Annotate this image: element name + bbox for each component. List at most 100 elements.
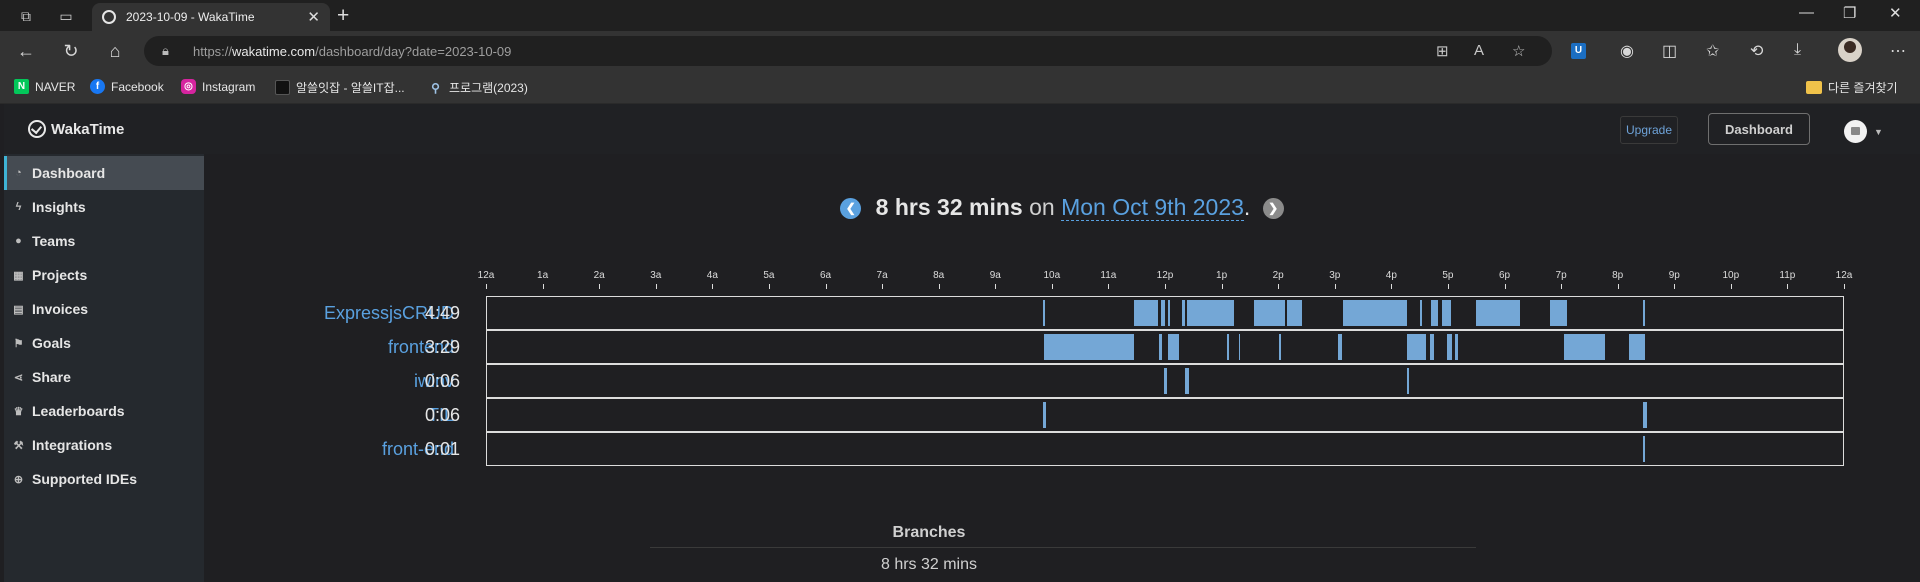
dashboard-button[interactable]: Dashboard <box>1708 113 1810 145</box>
x-tick-mark <box>1730 284 1732 289</box>
activity-segment[interactable] <box>1446 334 1453 360</box>
branches-title: Branches <box>892 524 966 541</box>
sidebar-item-projects[interactable]: ▦ Projects <box>4 258 204 292</box>
x-tick-mark <box>1787 284 1789 289</box>
sidebar-item-share[interactable]: ⋖ Share <box>4 360 204 394</box>
invoice-icon: ▤ <box>13 303 24 316</box>
sidebar-item-insights[interactable]: ϟ Insights <box>4 190 204 224</box>
more-menu-icon[interactable]: ⋯ <box>1890 41 1906 61</box>
x-tick-mark <box>1278 284 1280 289</box>
sidebar: ◔ Dashboard ϟ Insights ● Teams ▦ Projects ▤ I… <box>4 154 204 582</box>
date-picker[interactable]: Mon Oct 9th 2023 <box>1061 194 1244 221</box>
history-icon[interactable]: ⟲ <box>1750 41 1763 61</box>
extension-icon[interactable]: ◉ <box>1620 41 1634 61</box>
divider <box>650 547 1476 548</box>
activity-segment[interactable] <box>1643 402 1648 428</box>
activity-segment[interactable] <box>1159 334 1163 360</box>
upgrade-button[interactable]: Upgrade <box>1620 116 1678 144</box>
browser-tab-active[interactable]: 2023-10-09 - WakaTime ✕ <box>92 3 330 31</box>
refresh-icon[interactable]: ↻ <box>60 40 82 62</box>
x-tick-label: 12a <box>1835 270 1853 281</box>
x-tick-mark <box>655 284 657 289</box>
activity-segment[interactable] <box>1643 436 1645 462</box>
activity-segment[interactable] <box>1643 300 1645 326</box>
brand[interactable]: WakaTime <box>28 120 124 138</box>
activity-segment[interactable] <box>1407 368 1409 394</box>
activity-segment[interactable] <box>1455 334 1459 360</box>
activity-segment[interactable] <box>1343 300 1408 326</box>
activity-segment[interactable] <box>1133 300 1159 326</box>
wakatime-app: WakaTime Upgrade Dashboard ▼ ◔ Dashboard … <box>4 104 1920 582</box>
favorites-icon[interactable]: ✩ <box>1706 41 1719 61</box>
window-close-icon[interactable]: ✕ <box>1889 4 1902 22</box>
minimize-icon[interactable]: — <box>1799 4 1814 21</box>
activity-segment[interactable] <box>1419 300 1423 326</box>
bookmark-program[interactable]: ⚲ 프로그램(2023) <box>428 79 528 96</box>
bitwarden-icon[interactable]: U <box>1571 43 1586 59</box>
activity-segment[interactable] <box>1442 300 1451 326</box>
next-day-icon[interactable]: ❯ <box>1262 198 1284 219</box>
activity-segment[interactable] <box>1163 368 1167 394</box>
brand-name: WakaTime <box>51 120 125 138</box>
activity-segment[interactable] <box>1549 300 1567 326</box>
activity-segment[interactable] <box>1279 334 1281 360</box>
split-screen-icon[interactable]: ◫ <box>1662 41 1677 61</box>
activity-segment[interactable] <box>1238 334 1241 360</box>
activity-segment[interactable] <box>1167 334 1180 360</box>
activity-segment[interactable] <box>1161 300 1165 326</box>
tab-close-icon[interactable]: ✕ <box>307 8 320 26</box>
x-tick-mark <box>1447 284 1449 289</box>
activity-segment[interactable] <box>1167 300 1170 326</box>
workspaces-icon[interactable]: ⧉ <box>16 6 36 26</box>
user-menu[interactable]: ▼ <box>1844 120 1883 143</box>
activity-segment[interactable] <box>1184 368 1189 394</box>
read-aloud-icon[interactable]: A <box>1474 42 1484 59</box>
tab-actions-icon[interactable]: ▭ <box>56 6 76 26</box>
activity-segment[interactable] <box>1476 300 1521 326</box>
activity-segment[interactable] <box>1563 334 1606 360</box>
address-bar[interactable]: 🔒︎ https://wakatime.com/dashboard/day?da… <box>144 36 1552 66</box>
restore-icon[interactable]: ❐ <box>1843 4 1856 22</box>
activity-segment[interactable] <box>1043 300 1045 326</box>
activity-segment[interactable] <box>1286 300 1302 326</box>
activity-segment[interactable] <box>1181 300 1185 326</box>
activity-segment[interactable] <box>1407 334 1427 360</box>
previous-day-icon[interactable]: ❮ <box>840 198 862 219</box>
activity-segment[interactable] <box>1043 402 1047 428</box>
activity-segment[interactable] <box>1254 300 1285 326</box>
sidebar-item-supported-ides[interactable]: ⊕ Supported IDEs <box>4 462 204 496</box>
activity-segment[interactable] <box>1044 334 1134 360</box>
activity-segment[interactable] <box>1429 334 1434 360</box>
sidebar-item-leaderboards[interactable]: ♛ Leaderboards <box>4 394 204 428</box>
app-available-icon[interactable]: ⊞ <box>1436 42 1449 60</box>
activity-segment[interactable] <box>1628 334 1645 360</box>
bookmark-instagram[interactable]: ◎ Instagram <box>181 79 255 94</box>
other-bookmarks[interactable]: 다른 즐겨찾기 <box>1806 79 1898 96</box>
bookmark-site[interactable]: 알쓸잇잡 - 알쓸IT잡... <box>275 79 405 96</box>
back-icon[interactable]: ← <box>15 40 37 62</box>
x-tick-label: 8p <box>1612 270 1624 281</box>
bookmark-naver[interactable]: N NAVER <box>14 79 75 94</box>
activity-segment[interactable] <box>1430 300 1438 326</box>
sidebar-item-integrations[interactable]: ⚒ Integrations <box>4 428 204 462</box>
activity-segment[interactable] <box>1227 334 1229 360</box>
profile-avatar[interactable] <box>1838 38 1862 62</box>
timeline-row <box>486 398 1844 432</box>
home-icon[interactable]: ⌂ <box>104 40 126 62</box>
sidebar-item-goals[interactable]: ⚑ Goals <box>4 326 204 360</box>
sidebar-item-invoices[interactable]: ▤ Invoices <box>4 292 204 326</box>
sidebar-item-teams[interactable]: ● Teams <box>4 224 204 258</box>
activity-segment[interactable] <box>1337 334 1342 360</box>
downloads-icon[interactable]: ⤓ <box>1794 41 1801 59</box>
site-icon <box>275 80 290 95</box>
new-tab-icon[interactable]: + <box>337 4 349 28</box>
sidebar-item-dashboard[interactable]: ◔ Dashboard <box>4 156 204 190</box>
bookmarks-bar: N NAVER f Facebook ◎ Instagram 알쓸잇잡 - 알쓸… <box>0 71 1920 104</box>
activity-segment[interactable] <box>1186 300 1235 326</box>
x-tick-mark <box>1674 284 1676 289</box>
caret-down-icon: ▼ <box>1874 126 1883 137</box>
app-header: WakaTime Upgrade Dashboard ▼ <box>4 104 1920 154</box>
bookmark-facebook[interactable]: f Facebook <box>90 79 164 94</box>
favorite-star-icon[interactable]: ☆ <box>1512 42 1525 60</box>
url-text[interactable]: https://wakatime.com/dashboard/day?date=… <box>193 44 511 59</box>
